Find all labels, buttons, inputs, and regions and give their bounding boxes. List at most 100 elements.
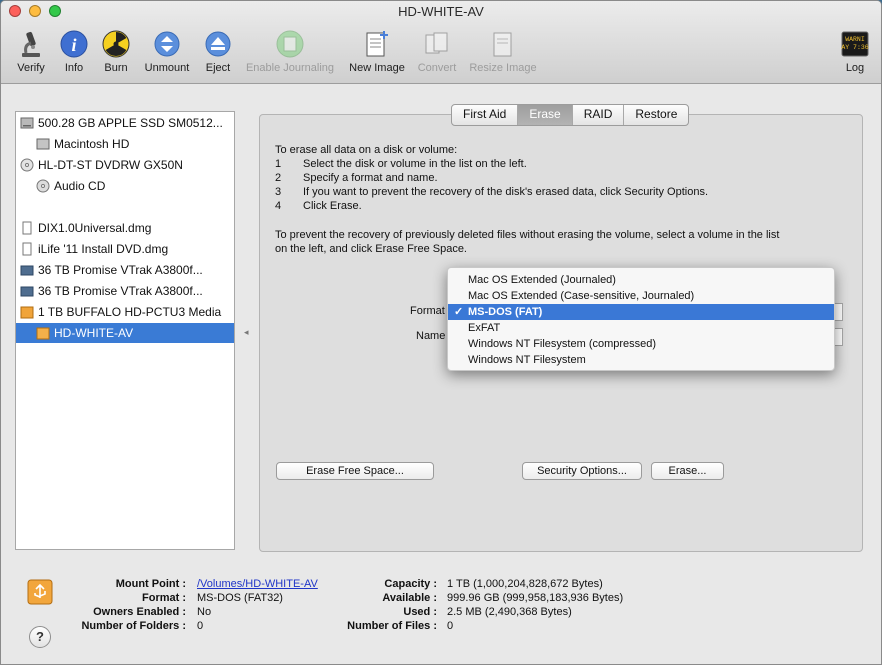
dmg-file-icon bbox=[22, 242, 32, 256]
tab-raid[interactable]: RAID bbox=[573, 105, 625, 125]
sidebar-item-apple-ssd[interactable]: 500.28 GB APPLE SSD SM0512... bbox=[16, 113, 234, 133]
internal-disk-icon bbox=[20, 117, 34, 129]
resize-image-label: Resize Image bbox=[469, 62, 537, 74]
step-number: 3 bbox=[275, 186, 282, 198]
format-option-windows-nt[interactable]: Windows NT Filesystem bbox=[448, 352, 834, 368]
eject-button[interactable]: Eject bbox=[200, 29, 236, 74]
info-button[interactable]: i Info bbox=[56, 29, 92, 74]
window-title: HD-WHITE-AV bbox=[398, 4, 484, 19]
sidebar-item-label: 500.28 GB APPLE SSD SM0512... bbox=[38, 116, 223, 130]
sidebar-item-label: HD-WHITE-AV bbox=[54, 326, 134, 340]
convert-button[interactable]: Convert bbox=[413, 29, 461, 74]
format-label: Format bbox=[410, 305, 445, 317]
number-of-files-value: 0 bbox=[447, 620, 454, 632]
sidebar-item-label: Macintosh HD bbox=[54, 137, 130, 151]
dmg-file-icon bbox=[22, 221, 32, 235]
journal-icon bbox=[276, 30, 304, 58]
external-disk-icon bbox=[20, 286, 34, 297]
capacity-label: Capacity : bbox=[384, 578, 437, 590]
step-number: 2 bbox=[275, 172, 282, 184]
security-options-button[interactable]: Security Options... bbox=[522, 462, 642, 480]
sidebar-item-buffalo-disk[interactable]: 1 TB BUFFALO HD-PCTU3 Media bbox=[16, 302, 234, 322]
owners-enabled-value: No bbox=[197, 606, 212, 618]
checkmark-icon: ✓ bbox=[454, 306, 464, 318]
sidebar-item-promise-vtrak-2[interactable]: 36 TB Promise VTrak A3800f... bbox=[16, 281, 234, 301]
number-of-folders-value: 0 bbox=[197, 620, 204, 632]
step-text: Click Erase. bbox=[303, 200, 362, 212]
sidebar-item-dvd-drive[interactable]: HL-DT-ST DVDRW GX50N bbox=[16, 155, 234, 175]
sidebar-item-label: 36 TB Promise VTrak A3800f... bbox=[38, 263, 203, 277]
tab-bar: First Aid Erase RAID Restore bbox=[451, 104, 690, 126]
enable-journaling-button[interactable]: Enable Journaling bbox=[241, 29, 339, 74]
burn-button[interactable]: Burn bbox=[98, 29, 134, 74]
tab-erase[interactable]: Erase bbox=[518, 105, 573, 125]
format-option-ms-dos-fat[interactable]: ✓ MS-DOS (FAT) bbox=[448, 304, 834, 320]
unmount-label: Unmount bbox=[144, 62, 190, 74]
format-option-mac-os-extended-case-sensitive[interactable]: Mac OS Extended (Case-sensitive, Journal… bbox=[448, 288, 834, 304]
sidebar-item-macintosh-hd[interactable]: Macintosh HD bbox=[16, 134, 234, 154]
enable-journaling-label: Enable Journaling bbox=[245, 62, 335, 74]
eject-icon bbox=[205, 31, 231, 57]
info-icon: i bbox=[60, 30, 88, 58]
sidebar-item-label: DIX1.0Universal.dmg bbox=[38, 221, 152, 235]
tab-restore[interactable]: Restore bbox=[624, 105, 688, 125]
cd-icon bbox=[36, 179, 50, 193]
svg-text:i: i bbox=[71, 35, 76, 55]
sidebar-item-promise-vtrak-1[interactable]: 36 TB Promise VTrak A3800f... bbox=[16, 260, 234, 280]
verify-label: Verify bbox=[17, 62, 45, 74]
sidebar-item-label: 36 TB Promise VTrak A3800f... bbox=[38, 284, 203, 298]
free-space-instructions-line1: To prevent the recovery of previously de… bbox=[275, 229, 780, 241]
svg-text:WARNI: WARNI bbox=[845, 36, 865, 43]
volume-icon bbox=[36, 138, 50, 150]
convert-icon bbox=[425, 32, 448, 54]
optical-drive-icon bbox=[20, 158, 34, 172]
available-label: Available : bbox=[382, 592, 437, 604]
format-option-exfat[interactable]: ExFAT bbox=[448, 320, 834, 336]
new-image-button[interactable]: New Image bbox=[345, 29, 409, 74]
available-value: 999.96 GB (999,958,183,936 Bytes) bbox=[447, 592, 624, 604]
svg-text:AY 7:36: AY 7:36 bbox=[841, 44, 868, 51]
format-option-windows-nt-compressed[interactable]: Windows NT Filesystem (compressed) bbox=[448, 336, 834, 352]
sidebar-item-dix-dmg[interactable]: DIX1.0Universal.dmg bbox=[16, 218, 234, 238]
owners-enabled-label: Owners Enabled : bbox=[93, 606, 186, 618]
sidebar-item-label: HL-DT-ST DVDRW GX50N bbox=[38, 158, 183, 172]
tab-first-aid[interactable]: First Aid bbox=[452, 105, 519, 125]
new-image-label: New Image bbox=[349, 62, 405, 74]
mount-point-link[interactable]: /Volumes/HD-WHITE-AV bbox=[197, 578, 318, 590]
erase-free-space-button[interactable]: Erase Free Space... bbox=[276, 462, 434, 480]
format-info-label: Format : bbox=[142, 592, 186, 604]
format-dropdown-menu[interactable]: Mac OS Extended (Journaled) Mac OS Exten… bbox=[447, 267, 835, 371]
microscope-icon bbox=[22, 31, 40, 57]
used-value: 2.5 MB (2,490,368 Bytes) bbox=[447, 606, 572, 618]
free-space-instructions-line2: on the left, and click Erase Free Space. bbox=[275, 243, 467, 255]
used-label: Used : bbox=[403, 606, 437, 618]
usb-disk-icon bbox=[20, 306, 34, 319]
eject-label: Eject bbox=[205, 62, 231, 74]
erase-intro: To erase all data on a disk or volume: bbox=[275, 144, 458, 156]
verify-button[interactable]: Verify bbox=[11, 29, 51, 74]
info-label: Info bbox=[64, 62, 84, 74]
step-text: Specify a format and name. bbox=[303, 172, 438, 184]
disk-utility-window: HD-WHITE-AV Verify i Info Burn Unmount E… bbox=[0, 0, 882, 665]
disk-list-sidebar[interactable]: 500.28 GB APPLE SSD SM0512... Macintosh … bbox=[15, 111, 235, 550]
sidebar-item-ilife-dmg[interactable]: iLife '11 Install DVD.dmg bbox=[16, 239, 234, 259]
number-of-files-label: Number of Files : bbox=[347, 620, 437, 632]
unmount-button[interactable]: Unmount bbox=[140, 29, 194, 74]
format-option-mac-os-extended-journaled[interactable]: Mac OS Extended (Journaled) bbox=[448, 272, 834, 288]
number-of-folders-label: Number of Folders : bbox=[81, 620, 186, 632]
log-button[interactable]: WARNI AY 7:36 Log bbox=[837, 29, 873, 74]
help-button[interactable]: ? bbox=[29, 626, 51, 648]
title-bar: HD-WHITE-AV Verify i Info Burn Unmount E… bbox=[1, 1, 881, 84]
resize-image-icon bbox=[493, 32, 512, 57]
convert-label: Convert bbox=[417, 62, 457, 74]
split-view-handle[interactable]: ◂ bbox=[244, 327, 249, 338]
unmount-icon bbox=[154, 31, 180, 57]
external-disk-icon bbox=[20, 265, 34, 276]
sidebar-item-hd-white-av[interactable]: HD-WHITE-AV bbox=[16, 323, 234, 343]
resize-image-button[interactable]: Resize Image bbox=[466, 29, 540, 74]
sidebar-item-label: 1 TB BUFFALO HD-PCTU3 Media bbox=[38, 305, 222, 319]
step-number: 4 bbox=[275, 200, 282, 212]
sidebar-item-audio-cd[interactable]: Audio CD bbox=[16, 176, 234, 196]
capacity-value: 1 TB (1,000,204,828,672 Bytes) bbox=[447, 578, 603, 590]
erase-button[interactable]: Erase... bbox=[651, 462, 724, 480]
